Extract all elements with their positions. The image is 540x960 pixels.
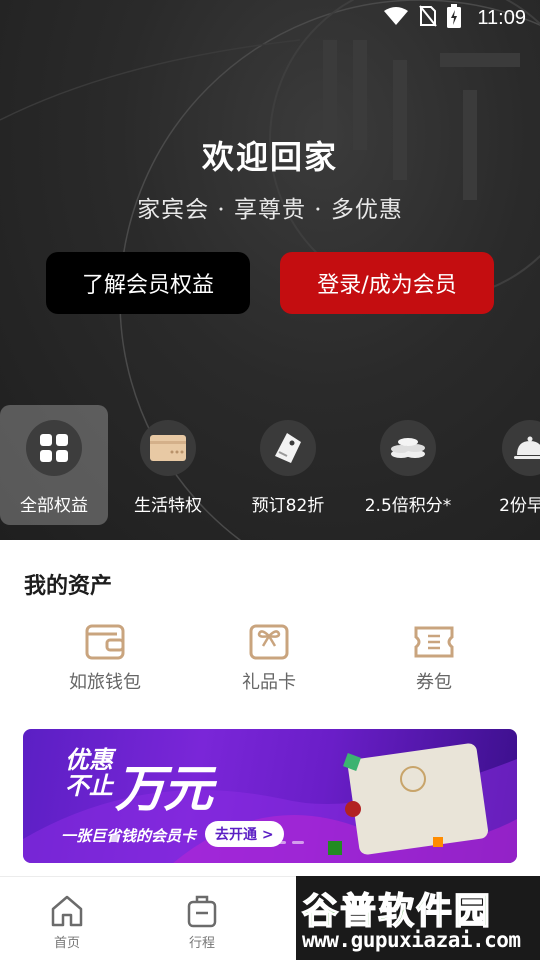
battery-charging-icon — [447, 4, 462, 32]
pagination-dot — [292, 841, 304, 844]
membership-promo-banner[interactable]: 优惠 不止 万元 一张巨省钱的会员卡 去开通 > — [23, 729, 517, 863]
banner-headline-line1: 优惠 — [65, 746, 113, 774]
wallet-icon — [85, 624, 125, 660]
watermark-title: 谷普软件园 — [301, 890, 493, 933]
home-icon — [51, 895, 83, 927]
asset-label: 礼品卡 — [242, 672, 296, 693]
luggage-icon — [187, 895, 217, 928]
assets-section-title: 我的资产 — [24, 574, 113, 599]
banner-headline: 优惠 不止 — [65, 747, 113, 799]
asset-wallet[interactable]: 如旅钱包 — [35, 622, 175, 694]
banner-headline-line2: 不止 — [65, 772, 113, 800]
nav-itinerary[interactable]: 行程 — [162, 893, 242, 951]
banner-big-text: 万元 — [115, 760, 213, 818]
nav-home[interactable]: 首页 — [27, 893, 107, 951]
wifi-icon — [383, 6, 409, 30]
asset-label: 券包 — [416, 672, 452, 693]
banner-pagination-dots — [238, 841, 304, 844]
coupon-icon — [414, 626, 454, 658]
watermark-url: www.gupuxiazai.com — [302, 928, 521, 952]
no-sim-icon — [419, 5, 438, 31]
gift-card-icon — [249, 624, 289, 660]
status-bar: 11:09 — [0, 0, 540, 36]
benefit-all[interactable]: 全部权益 — [0, 405, 108, 525]
grid-icon — [26, 420, 82, 476]
asset-coupons[interactable]: 券包 — [364, 622, 504, 694]
nav-label: 行程 — [188, 936, 215, 951]
benefit-label: 全部权益 — [20, 496, 88, 516]
benefits-row: 全部权益 生活特权 预订82折 2.5倍积分* 2份早 — [0, 405, 540, 525]
coins-icon — [380, 420, 436, 476]
cloche-icon — [502, 420, 540, 476]
status-time: 11:09 — [477, 6, 526, 29]
benefit-label: 生活特权 — [134, 496, 202, 516]
hero-title: 欢迎回家 — [201, 138, 338, 176]
pagination-dot — [256, 841, 268, 844]
benefit-label: 2.5倍积分* — [364, 496, 452, 516]
hero-subtitle: 家宾会 · 享尊贵 · 多优惠 — [137, 197, 403, 223]
asset-gift-card[interactable]: 礼品卡 — [199, 622, 339, 694]
nav-label: 首页 — [53, 936, 80, 951]
benefit-breakfast[interactable]: 2份早餐 — [476, 405, 540, 525]
learn-benefits-button[interactable]: 了解会员权益 — [46, 252, 250, 314]
asset-label: 如旅钱包 — [69, 672, 141, 693]
benefit-lifestyle[interactable]: 生活特权 — [114, 405, 222, 525]
login-register-button[interactable]: 登录/成为会员 — [280, 252, 494, 314]
hero-section: 11:09 欢迎回家 家宾会 · 享尊贵 · 多优惠 了解会员权益 登录/成为会… — [0, 0, 540, 540]
benefit-booking-discount[interactable]: 预订82折 — [234, 405, 342, 525]
card-icon — [140, 420, 196, 476]
price-tag-icon — [260, 420, 316, 476]
watermark: 谷普软件园 www.gupuxiazai.com — [296, 876, 540, 960]
pagination-dot — [238, 841, 250, 844]
benefit-label: 2份早餐 — [499, 496, 540, 516]
benefit-points[interactable]: 2.5倍积分* — [354, 405, 462, 525]
pagination-dot — [274, 841, 286, 844]
banner-tagline: 一张巨省钱的会员卡 — [61, 827, 197, 845]
benefit-label: 预订82折 — [251, 496, 325, 516]
